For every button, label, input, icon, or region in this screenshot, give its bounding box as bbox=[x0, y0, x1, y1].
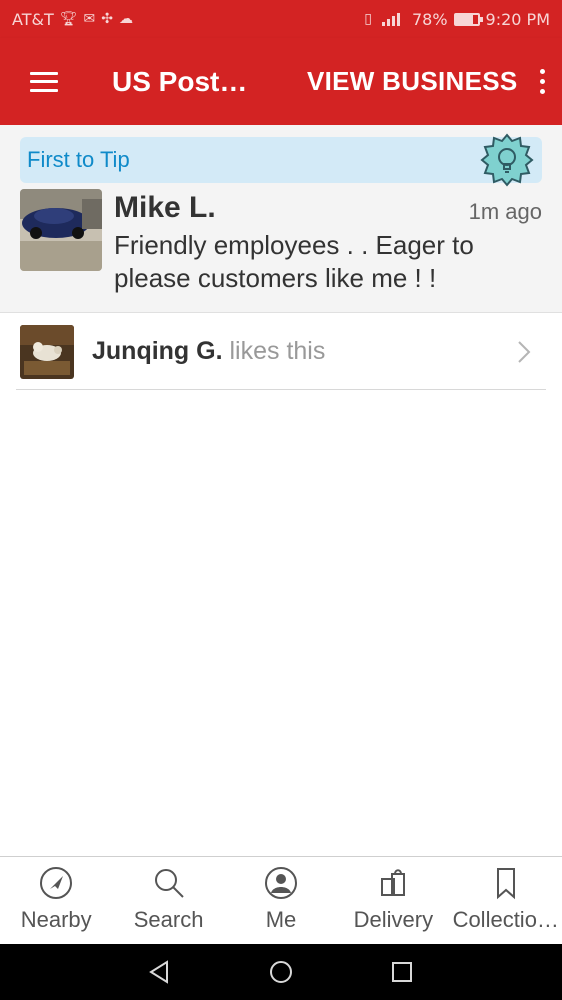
battery-fill bbox=[455, 14, 473, 24]
cloud-icon: ☁ bbox=[118, 11, 133, 27]
profile-icon bbox=[264, 867, 297, 899]
reviewer-avatar[interactable] bbox=[20, 189, 102, 271]
status-left: AT&T 🏆︎ ✉ ✣ ☁ bbox=[12, 10, 133, 29]
nav-item-search[interactable]: Search bbox=[112, 857, 224, 944]
delivery-bag-icon bbox=[381, 869, 406, 896]
more-vert-icon[interactable] bbox=[522, 38, 562, 125]
mail-icon: ✉ bbox=[83, 11, 96, 27]
chevron-right-icon bbox=[518, 341, 531, 363]
battery-percent: 78% bbox=[411, 9, 448, 29]
likes-row[interactable]: Junqing G. likes this bbox=[16, 314, 546, 390]
trophy-icon: 🏆︎ bbox=[59, 11, 78, 27]
nav-label-search: Search bbox=[133, 907, 204, 932]
vibrate-icon: ▯ bbox=[364, 11, 372, 27]
app-bar: US Post… VIEW BUSINESS bbox=[0, 38, 562, 125]
back-icon[interactable] bbox=[147, 959, 173, 985]
view-business-button[interactable]: VIEW BUSINESS bbox=[307, 66, 518, 97]
liker-name[interactable]: Junqing G. bbox=[92, 337, 223, 365]
first-to-tip-banner: First to Tip bbox=[20, 133, 542, 187]
nav-item-me[interactable]: Me bbox=[225, 857, 337, 944]
nav-label-nearby: Nearby bbox=[20, 907, 92, 932]
liker-avatar bbox=[20, 324, 74, 379]
system-nav-bar bbox=[0, 944, 562, 1000]
status-bar: AT&T 🏆︎ ✉ ✣ ☁ ▯ 78% 9:20 PM bbox=[0, 0, 562, 38]
pinwheel-icon: ✣ bbox=[101, 11, 113, 27]
nav-label-collections: Collectio… bbox=[452, 907, 559, 932]
tip-timestamp: 1m ago bbox=[468, 199, 542, 224]
carrier-label: AT&T bbox=[12, 9, 54, 29]
nav-item-nearby[interactable]: Nearby bbox=[0, 857, 112, 944]
lightbulb-badge-icon bbox=[480, 133, 534, 187]
bottom-nav: Nearby Search Me Delivery Collectio… bbox=[0, 856, 562, 944]
tip-card: First to Tip Mike L. 1m ago Friendly emp… bbox=[0, 125, 562, 313]
signal-icon bbox=[381, 13, 400, 26]
bookmark-icon bbox=[496, 868, 515, 900]
status-right: ▯ 78% 9:20 PM bbox=[364, 10, 550, 29]
page-title: US Post… bbox=[112, 65, 248, 97]
hamburger-menu-icon bbox=[30, 71, 58, 92]
nav-item-delivery[interactable]: Delivery bbox=[337, 857, 449, 944]
nav-item-collections[interactable]: Collectio… bbox=[450, 857, 562, 944]
likes-text: Junqing G. likes this bbox=[92, 337, 325, 366]
tip-text: Friendly employees . . Eager to please c… bbox=[114, 230, 474, 293]
home-icon[interactable] bbox=[268, 959, 294, 985]
search-icon bbox=[154, 869, 184, 898]
nav-label-me: Me bbox=[265, 907, 297, 932]
likes-suffix: likes this bbox=[222, 337, 326, 365]
first-to-tip-label: First to Tip bbox=[27, 147, 130, 172]
compass-icon bbox=[40, 867, 73, 899]
reviewer-name[interactable]: Mike L. bbox=[114, 191, 216, 225]
menu-button[interactable] bbox=[0, 38, 88, 125]
recents-icon[interactable] bbox=[389, 959, 415, 985]
clock: 9:20 PM bbox=[485, 9, 550, 29]
nav-label-delivery: Delivery bbox=[353, 907, 434, 932]
battery-icon bbox=[453, 12, 483, 26]
